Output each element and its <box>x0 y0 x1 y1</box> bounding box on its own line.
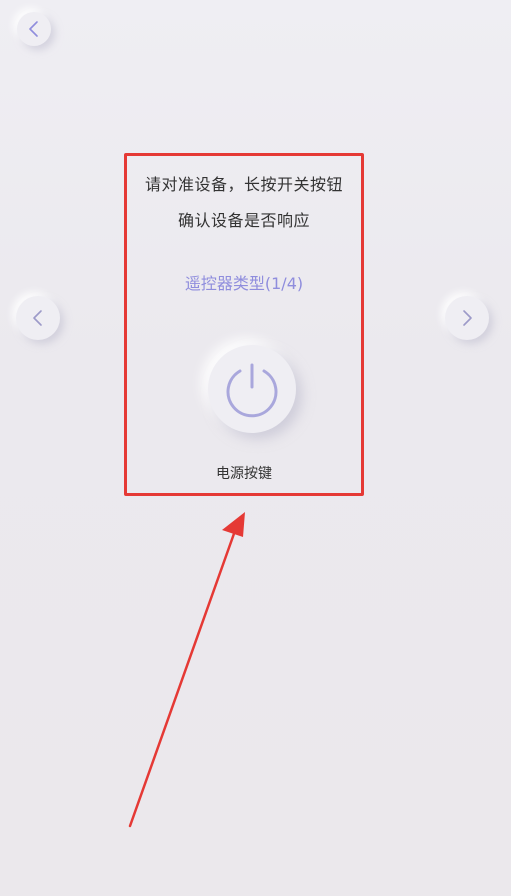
highlight-box <box>124 153 364 496</box>
instruction-text-line-1: 请对准设备，长按开关按钮 <box>144 175 343 194</box>
previous-remote-button[interactable] <box>16 296 60 340</box>
chevron-right-icon <box>463 310 472 326</box>
power-button-label: 电源按键 <box>216 466 272 482</box>
remote-type-label: 遥控器类型(1/4) <box>184 274 304 293</box>
power-button[interactable] <box>208 345 296 433</box>
remote-pairing-screen: 请对准设备，长按开关按钮 确认设备是否响应 遥控器类型(1/4) 电源按键 <box>0 0 511 896</box>
instruction-text-line-2: 确认设备是否响应 <box>177 211 310 230</box>
chevron-left-icon <box>33 310 42 326</box>
back-button[interactable] <box>17 12 51 46</box>
chevron-left-icon <box>29 21 38 37</box>
power-icon <box>226 363 278 418</box>
next-remote-button[interactable] <box>445 296 489 340</box>
